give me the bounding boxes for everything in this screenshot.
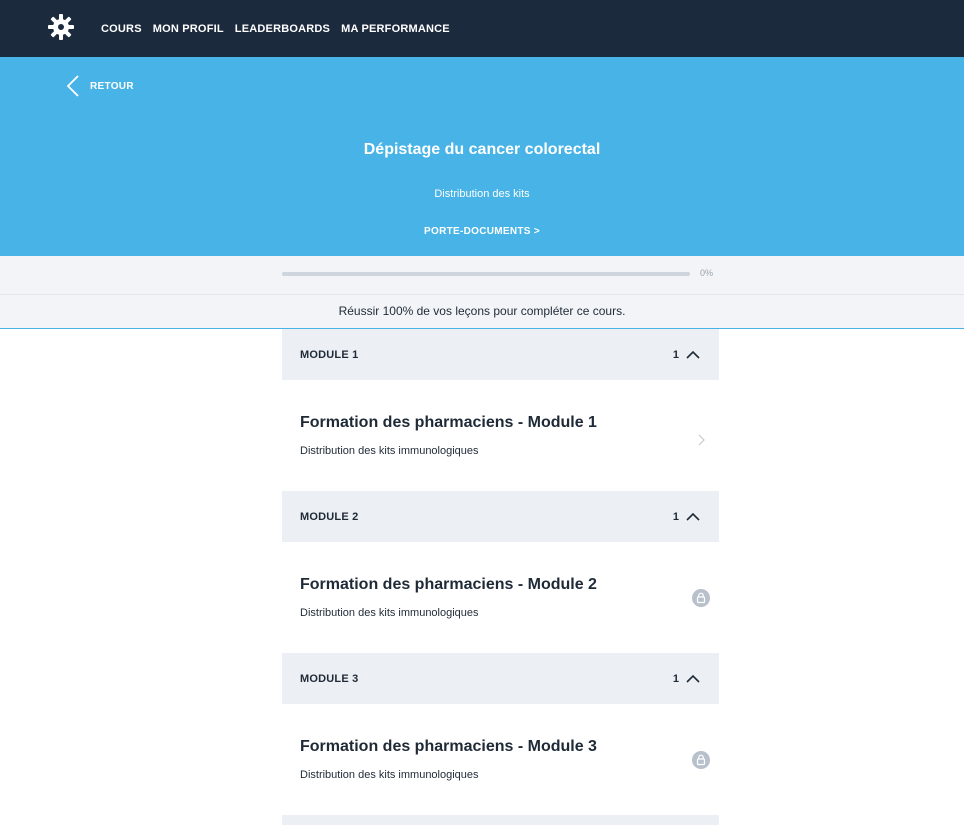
gear-logo-icon[interactable] <box>48 14 74 40</box>
lock-icon <box>692 589 710 607</box>
lesson-title: Formation des pharmaciens - Module 1 <box>300 414 597 431</box>
module-lesson-count: 1 <box>673 673 700 685</box>
course-hero: RETOUR Dépistage du cancer colorectal Di… <box>0 57 964 256</box>
chevron-up-icon[interactable] <box>686 350 700 360</box>
module-count-value: 1 <box>672 672 679 685</box>
lesson-card[interactable]: Formation des pharmaciens - Module 1 Dist… <box>282 380 719 491</box>
module-title: MODULE 3 <box>300 672 359 685</box>
chevron-up-icon[interactable] <box>686 512 700 522</box>
back-button[interactable]: RETOUR <box>64 74 134 98</box>
nav-item-ma-performance[interactable]: MA PERFORMANCE <box>341 23 450 35</box>
module-count-value: 1 <box>672 510 679 523</box>
lesson-card[interactable]: Formation des pharmaciens - Module 2 Dist… <box>282 542 719 653</box>
chevron-left-icon <box>66 75 79 97</box>
back-label: RETOUR <box>90 80 134 92</box>
progress-bar <box>282 272 690 276</box>
completion-note: Réussir 100% de vos leçons pour compléte… <box>0 295 964 329</box>
module-header[interactable]: MODULE 2 1 <box>282 491 719 542</box>
nav-item-mon-profil[interactable]: MON PROFIL <box>153 23 224 35</box>
lesson-subtitle: Distribution des kits immunologiques <box>300 445 479 457</box>
module-header[interactable]: MODULE 3 1 <box>282 653 719 704</box>
module-title: MODULE 2 <box>300 510 359 523</box>
progress-band: 0% <box>0 256 964 295</box>
module-list: MODULE 1 1 Formation des pharmaciens - Mod… <box>282 329 719 825</box>
course-title: Dépistage du cancer colorectal <box>363 141 601 158</box>
progress-percent: 0% <box>700 268 714 278</box>
lesson-subtitle: Distribution des kits immunologiques <box>300 607 479 619</box>
lesson-subtitle: Distribution des kits immunologiques <box>300 769 479 781</box>
chevron-up-icon[interactable] <box>686 674 700 684</box>
nav-item-cours[interactable]: COURS <box>101 23 142 35</box>
module-count-value: 1 <box>672 348 679 361</box>
porte-documents-link[interactable]: PORTE-DOCUMENTS > <box>0 226 964 237</box>
module-lesson-count: 1 <box>673 349 700 361</box>
top-navigation-bar: COURS MON PROFIL LEADERBOARDS MA PERFORM… <box>0 0 964 57</box>
module-title: MODULE 1 <box>300 348 359 361</box>
module-header-partial <box>282 815 719 825</box>
module-lesson-count: 1 <box>673 511 700 523</box>
lock-icon <box>692 751 710 769</box>
course-subtitle: Distribution des kits <box>434 188 530 200</box>
lesson-title: Formation des pharmaciens - Module 2 <box>300 576 597 593</box>
lesson-title: Formation des pharmaciens - Module 3 <box>300 738 597 755</box>
chevron-right-icon <box>698 434 705 446</box>
nav-menu: COURS MON PROFIL LEADERBOARDS MA PERFORM… <box>101 0 461 57</box>
lesson-card[interactable]: Formation des pharmaciens - Module 3 Dist… <box>282 704 719 815</box>
module-header[interactable]: MODULE 1 1 <box>282 329 719 380</box>
nav-item-leaderboards[interactable]: LEADERBOARDS <box>235 23 330 35</box>
